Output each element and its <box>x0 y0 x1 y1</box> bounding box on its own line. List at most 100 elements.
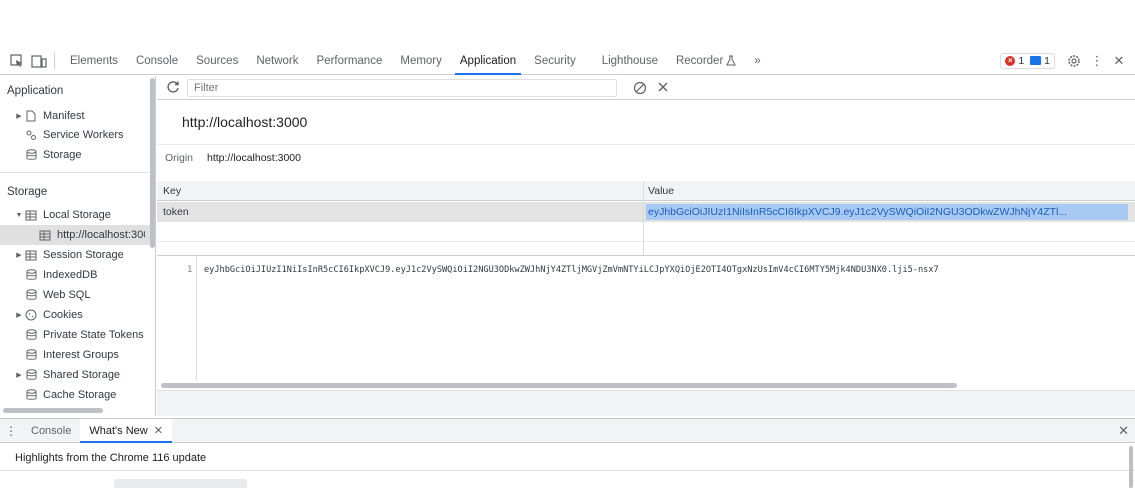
drawer-tab-whats-new[interactable]: What's New ✕ <box>80 418 172 443</box>
whats-new-panel: Highlights from the Chrome 116 update <box>0 444 1135 488</box>
toolbar-divider <box>54 52 55 69</box>
sidebar-item-web-sql[interactable]: Web SQL <box>0 285 150 305</box>
message-count: 1 <box>1044 54 1050 67</box>
sidebar-divider <box>0 172 150 173</box>
more-tabs-button[interactable]: » <box>745 47 769 75</box>
line-number-gutter: 1 <box>157 256 197 381</box>
sidebar-item-indexeddb[interactable]: IndexedDB <box>0 265 150 285</box>
collapse-caret-icon[interactable]: ▼ <box>14 212 24 219</box>
sidebar-item-localhost-origin[interactable]: http://localhost:3000 <box>0 225 150 245</box>
sidebar-header-storage: Storage <box>7 186 48 198</box>
database-icon <box>24 268 38 282</box>
database-icon <box>24 328 38 342</box>
sidebar-item-cache-storage[interactable]: Cache Storage <box>0 385 150 405</box>
devtools-toolbar: Elements Console Sources Network Perform… <box>0 47 1135 75</box>
tab-lighthouse[interactable]: Lighthouse <box>593 47 667 75</box>
sidebar-item-shared-storage[interactable]: ▶ Shared Storage <box>0 365 150 385</box>
sidebar-item-label: Shared Storage <box>43 369 121 381</box>
gears-icon <box>24 128 38 142</box>
storage-data-grid: Key Value token eyJhbGciOiJIUzI1NiIsInR5… <box>157 181 1135 255</box>
drawer-tab-bar: ⋮ Console What's New ✕ ✕ <box>0 418 1135 443</box>
database-icon <box>24 388 38 402</box>
error-icon: × <box>1005 55 1016 66</box>
filter-input[interactable] <box>187 79 617 97</box>
tab-console[interactable]: Console <box>127 47 187 75</box>
database-icon <box>24 348 38 362</box>
clear-all-icon[interactable] <box>633 81 647 95</box>
expand-caret-icon[interactable]: ▶ <box>14 251 24 259</box>
sidebar-item-manifest[interactable]: ▶ Manifest <box>0 106 150 126</box>
message-icon <box>1030 56 1042 65</box>
close-tab-icon[interactable]: ✕ <box>154 419 163 443</box>
sidebar-item-label: Interest Groups <box>43 349 119 361</box>
delete-selected-icon[interactable] <box>657 81 669 93</box>
tab-performance[interactable]: Performance <box>308 47 392 75</box>
sidebar-vertical-scrollbar[interactable] <box>150 78 155 248</box>
sidebar-item-storage[interactable]: Storage <box>0 145 150 165</box>
page-top-area <box>0 0 1135 47</box>
column-header-value[interactable]: Value <box>648 185 674 197</box>
panel-footer <box>157 390 1135 416</box>
line-number: 1 <box>187 265 193 275</box>
sidebar-item-service-workers[interactable]: Service Workers <box>0 125 150 145</box>
document-icon <box>24 109 38 123</box>
row-key-cell[interactable]: token <box>163 206 189 218</box>
drawer-vertical-scrollbar[interactable] <box>1129 446 1133 488</box>
issues-counter[interactable]: × 1 1 <box>1000 52 1055 69</box>
close-devtools-icon[interactable]: ✕ <box>1111 53 1127 69</box>
preview-horizontal-scrollbar[interactable] <box>161 381 1131 389</box>
sidebar-item-label: Local Storage <box>43 209 111 221</box>
sidebar-header-application: Application <box>7 85 64 97</box>
database-icon <box>24 288 38 302</box>
tab-network[interactable]: Network <box>247 47 307 75</box>
sidebar-item-session-storage[interactable]: ▶ Session Storage <box>0 245 150 265</box>
sidebar-item-label: Cache Storage <box>43 389 117 401</box>
sidebar-item-label: IndexedDB <box>43 269 98 281</box>
value-preview-pane: 1 eyJhbGciOiJIUzI1NiIsInR5cCI6IkpXVCJ9.e… <box>157 255 1135 381</box>
scrollbar-thumb[interactable] <box>161 383 957 388</box>
sidebar-item-private-state-tokens[interactable]: Private State Tokens <box>0 325 150 345</box>
grid-header: Key Value <box>157 181 1135 201</box>
table-row[interactable]: token eyJhbGciOiJIUzI1NiIsInR5cCI6IkpXVC… <box>157 202 1135 222</box>
row-value-cell[interactable]: eyJhbGciOiJIUzI1NiIsInR5cCI6IkpXVCJ9.eyJ… <box>646 204 1128 220</box>
origin-value: http://localhost:3000 <box>207 152 301 164</box>
tab-elements[interactable]: Elements <box>61 47 127 75</box>
more-options-icon[interactable]: ⋮ <box>1089 53 1105 69</box>
device-toolbar-icon[interactable] <box>30 52 48 70</box>
sidebar-item-label: Web SQL <box>43 289 91 301</box>
sidebar-item-local-storage[interactable]: ▼ Local Storage <box>0 205 150 225</box>
sidebar-item-label: Manifest <box>43 110 85 122</box>
expand-caret-icon[interactable]: ▶ <box>14 311 24 319</box>
value-preview-text[interactable]: eyJhbGciOiJIUzI1NiIsInR5cCI6IkpXVCJ9.eyJ… <box>204 265 939 275</box>
close-drawer-icon[interactable]: ✕ <box>1118 423 1129 439</box>
drawer-tab-console[interactable]: Console <box>22 419 80 443</box>
tab-recorder[interactable]: Recorder <box>667 47 745 75</box>
whats-new-content-placeholder <box>114 479 247 488</box>
application-sidebar: Application ▶ Manifest Service Workers S… <box>0 76 156 416</box>
local-storage-panel: http://localhost:3000 Origin http://loca… <box>157 76 1135 416</box>
table-icon <box>38 228 52 242</box>
tab-memory[interactable]: Memory <box>391 47 451 75</box>
cookie-icon <box>24 308 38 322</box>
sidebar-item-label: Cookies <box>43 309 83 321</box>
sidebar-item-label: Session Storage <box>43 249 124 261</box>
sidebar-horizontal-scrollbar[interactable] <box>3 408 103 413</box>
expand-caret-icon[interactable]: ▶ <box>14 112 24 120</box>
column-header-key[interactable]: Key <box>163 185 181 197</box>
tab-sources[interactable]: Sources <box>187 47 247 75</box>
column-divider[interactable] <box>643 181 644 255</box>
sidebar-item-label: Private State Tokens <box>43 329 144 341</box>
tab-application[interactable]: Application <box>451 47 525 75</box>
inspect-element-icon[interactable] <box>8 52 26 70</box>
sidebar-item-label: http://localhost:3000 <box>57 229 145 241</box>
sidebar-item-interest-groups[interactable]: Interest Groups <box>0 345 150 365</box>
tab-security[interactable]: Security <box>525 47 585 75</box>
empty-table-row[interactable] <box>157 222 1135 242</box>
settings-gear-icon[interactable] <box>1067 54 1083 68</box>
expand-caret-icon[interactable]: ▶ <box>14 371 24 379</box>
drawer-menu-icon[interactable]: ⋮ <box>0 424 22 438</box>
origin-label: Origin <box>165 152 194 164</box>
refresh-icon[interactable] <box>166 80 180 94</box>
sidebar-item-cookies[interactable]: ▶ Cookies <box>0 305 150 325</box>
whats-new-title: Highlights from the Chrome 116 update <box>15 452 207 464</box>
